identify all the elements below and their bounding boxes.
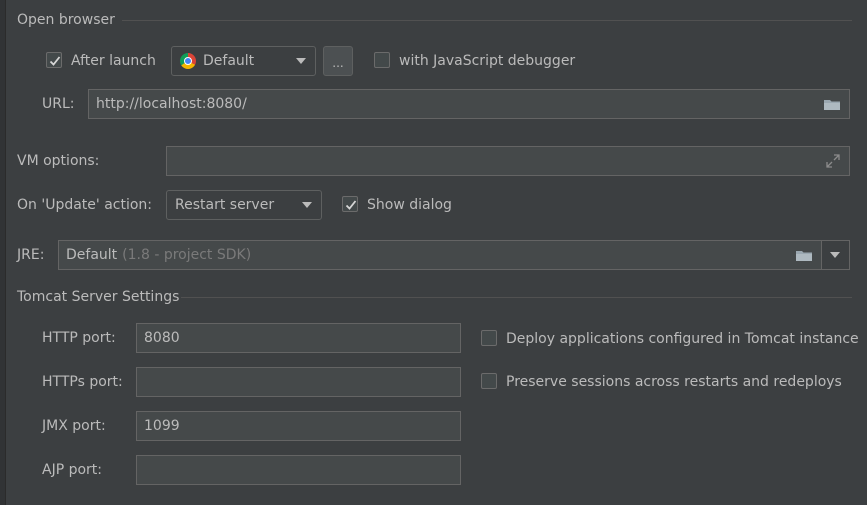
show-dialog-label[interactable]: Show dialog <box>367 197 452 213</box>
ellipsis-label: ... <box>332 55 344 70</box>
update-action-label: On 'Update' action: <box>17 197 153 213</box>
expand-icon[interactable] <box>826 154 840 172</box>
url-input-value: http://localhost:8080/ <box>96 96 247 112</box>
update-action-value: Restart server <box>175 197 275 213</box>
tomcat-separator <box>181 297 852 298</box>
http-port-value: 8080 <box>144 330 180 346</box>
browser-options-button[interactable]: ... <box>323 46 353 76</box>
open-browser-section-title: Open browser <box>17 12 115 28</box>
open-browser-separator <box>122 20 852 21</box>
preserve-sessions-checkbox[interactable] <box>481 373 497 389</box>
update-action-select[interactable]: Restart server <box>166 190 322 220</box>
jre-dropdown-button[interactable] <box>821 241 849 269</box>
chevron-down-icon <box>296 58 306 64</box>
browser-select[interactable]: Default <box>171 46 316 76</box>
chevron-down-icon <box>302 202 312 208</box>
jmx-port-value: 1099 <box>144 418 180 434</box>
jre-hint: (1.8 - project SDK) <box>122 247 252 263</box>
deploy-apps-label[interactable]: Deploy applications configured in Tomcat… <box>506 331 859 347</box>
http-port-label: HTTP port: <box>42 330 116 346</box>
deploy-apps-checkbox[interactable] <box>481 330 497 346</box>
vm-options-input[interactable] <box>166 146 850 176</box>
https-port-label: HTTPs port: <box>42 374 123 390</box>
folder-icon[interactable] <box>823 98 841 115</box>
browser-select-value: Default <box>203 53 255 69</box>
ajp-port-input[interactable] <box>136 455 461 485</box>
js-debugger-checkbox[interactable] <box>374 52 390 68</box>
after-launch-checkbox[interactable] <box>46 52 62 68</box>
after-launch-label[interactable]: After launch <box>71 53 156 69</box>
url-label: URL: <box>42 96 75 112</box>
jre-label: JRE: <box>17 247 45 263</box>
ajp-port-label: AJP port: <box>42 462 103 478</box>
jre-combo[interactable]: Default (1.8 - project SDK) <box>58 240 850 270</box>
jmx-port-input[interactable]: 1099 <box>136 411 461 441</box>
https-port-input[interactable] <box>136 367 461 397</box>
jre-value: Default <box>66 247 118 263</box>
chevron-down-icon <box>830 252 840 258</box>
tomcat-section-title: Tomcat Server Settings <box>17 289 180 305</box>
http-port-input[interactable]: 8080 <box>136 323 461 353</box>
vm-options-label: VM options: <box>17 153 100 169</box>
js-debugger-label[interactable]: with JavaScript debugger <box>399 53 575 69</box>
url-input[interactable]: http://localhost:8080/ <box>88 89 850 119</box>
folder-icon[interactable] <box>795 249 813 266</box>
left-panel-edge <box>0 0 6 505</box>
preserve-sessions-label[interactable]: Preserve sessions across restarts and re… <box>506 374 842 390</box>
jmx-port-label: JMX port: <box>42 418 106 434</box>
show-dialog-checkbox[interactable] <box>342 196 358 212</box>
chrome-icon <box>180 53 196 69</box>
